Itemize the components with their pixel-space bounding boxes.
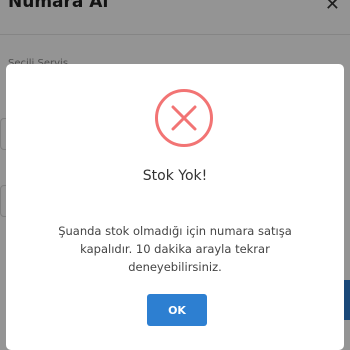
alert-dialog: Stok Yok! Şuanda stok olmadığı için numa…: [6, 64, 344, 350]
ok-button[interactable]: OK: [147, 294, 207, 326]
error-x-icon: [155, 89, 213, 147]
page: Numara Al ✕ Seçili Servis W T 2 Stok Yok…: [0, 0, 350, 350]
dialog-message: Şuanda stok olmadığı için numara satışa …: [58, 224, 292, 274]
dialog-title: Stok Yok!: [142, 168, 208, 184]
